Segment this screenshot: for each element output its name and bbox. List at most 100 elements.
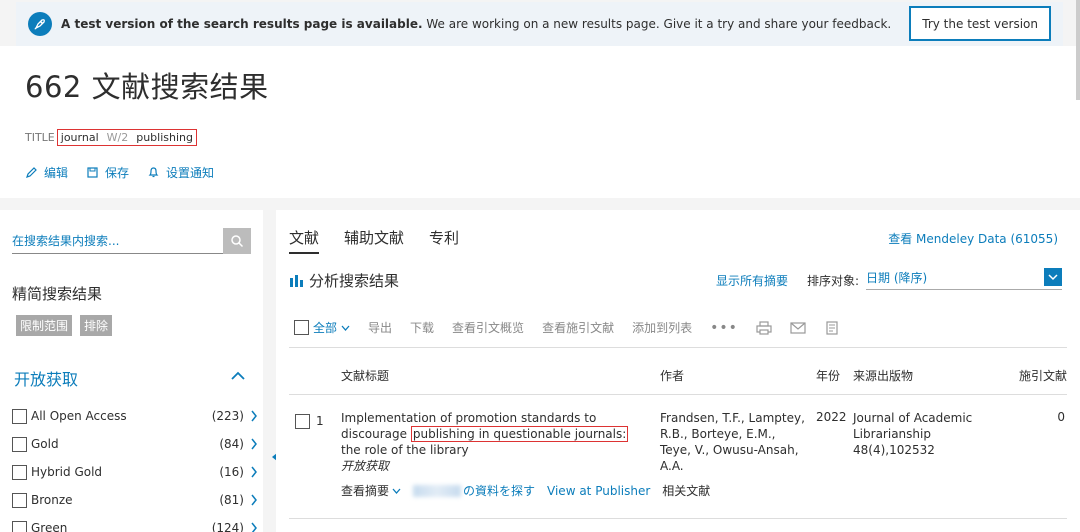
results-table-header: 文献标题 作者 年份 来源出版物 施引文献 (289, 365, 1067, 385)
sort-value: 日期 (降序) (866, 270, 928, 285)
related-documents-link[interactable]: 相关文献 (662, 482, 710, 499)
chevron-right-icon[interactable] (250, 410, 258, 422)
analyze-results-button[interactable]: 分析搜索结果 (289, 270, 399, 291)
filter-gold[interactable]: Gold (84) (12, 430, 258, 458)
redacted-library-name (413, 484, 462, 497)
sort-label: 排序对象: (807, 274, 860, 288)
tab-secondary-documents[interactable]: 辅助文献 (344, 227, 404, 254)
query-field-prefix: TITLE (25, 131, 55, 144)
checkbox[interactable] (12, 436, 27, 452)
chevron-right-icon[interactable] (250, 466, 258, 478)
more-options-icon[interactable]: ••• (710, 320, 738, 336)
bar-chart-icon (290, 274, 303, 287)
citation-overview-button[interactable]: 查看引文概览 (452, 319, 524, 336)
set-alert-button[interactable]: 设置通知 (147, 164, 214, 181)
open-access-badge: 开放获取 (341, 459, 390, 473)
column-title[interactable]: 文献标题 (341, 367, 389, 384)
query-term: publishing (136, 131, 193, 144)
row-number: 1 (316, 414, 324, 428)
results-main: 文献 辅助文献 专利 查看 Mendeley Data (61055) 分析搜索… (276, 210, 1080, 532)
filter-all-open-access[interactable]: All Open Access (223) (12, 402, 258, 430)
chevron-right-icon[interactable] (250, 494, 258, 506)
filter-count: (223) (211, 409, 244, 423)
query-term: journal (60, 131, 99, 144)
header-divider (289, 394, 1067, 395)
exclude-button[interactable]: 排除 (80, 315, 113, 336)
export-button[interactable]: 导出 (368, 319, 392, 336)
add-to-list-button[interactable]: 添加到列表 (632, 319, 692, 336)
checkbox[interactable] (12, 464, 27, 480)
filter-count: (124) (211, 521, 244, 532)
select-all-checkbox[interactable] (294, 320, 309, 335)
sort-select[interactable]: 日期 (降序) (866, 265, 1062, 290)
query-highlight-box: journal W/2 publishing (56, 129, 197, 146)
page-title: 662 文献搜索结果 (25, 70, 269, 104)
filter-hybrid-gold[interactable]: Hybrid Gold (16) (12, 458, 258, 486)
filter-label: Gold (31, 437, 59, 451)
search-within-results: 在搜索结果内搜索... (12, 228, 251, 254)
filter-count: (81) (219, 493, 244, 507)
filter-count: (16) (219, 465, 244, 479)
bibliography-icon[interactable] (824, 320, 840, 335)
pencil-icon (26, 167, 37, 178)
mendeley-data-link[interactable]: 查看 Mendeley Data (61055) (888, 230, 1058, 247)
chevron-right-icon[interactable] (250, 522, 258, 532)
print-icon[interactable] (756, 320, 772, 335)
save-search-button[interactable]: 保存 (86, 164, 129, 181)
open-access-heading[interactable]: 开放获取 (14, 366, 78, 390)
row-actions: 查看摘要 の資料を探す View at Publisher 相关文献 (341, 482, 710, 499)
document-source[interactable]: Journal of Academic Librarianship 48(4),… (853, 410, 973, 458)
refine-sidebar: 在搜索结果内搜索... 精简搜索结果 限制范围 排除 开放获取 All Open… (0, 210, 263, 532)
download-button[interactable]: 下载 (410, 319, 434, 336)
page-scrollbar[interactable] (1076, 0, 1080, 100)
filter-bronze[interactable]: Bronze (81) (12, 486, 258, 514)
email-icon[interactable] (790, 321, 806, 335)
column-cited[interactable]: 施引文献 (1019, 367, 1067, 384)
bell-icon (148, 167, 159, 178)
document-authors[interactable]: Frandsen, T.F., Lamptey, R.B., Borteye, … (660, 410, 805, 474)
filter-green[interactable]: Green (124) (12, 514, 258, 532)
try-test-version-button[interactable]: Try the test version (909, 6, 1051, 41)
view-at-publisher-link[interactable]: View at Publisher (547, 484, 650, 498)
checkbox[interactable] (12, 492, 27, 508)
search-within-input[interactable]: 在搜索结果内搜索... (12, 228, 223, 254)
chevron-down-icon[interactable] (1044, 268, 1062, 286)
search-icon (231, 235, 244, 248)
cited-by-button[interactable]: 查看施引文献 (542, 319, 614, 336)
filter-label: Hybrid Gold (31, 465, 103, 479)
chevron-down-icon (392, 488, 401, 494)
tab-documents[interactable]: 文献 (289, 227, 320, 254)
column-year[interactable]: 年份 (816, 367, 840, 384)
search-actions: 编辑 保存 设置通知 (25, 164, 214, 181)
edit-search-button[interactable]: 编辑 (25, 164, 68, 181)
document-cited-count[interactable]: 0 (1057, 410, 1065, 424)
tab-patents[interactable]: 专利 (429, 227, 459, 254)
filter-count: (84) (219, 437, 244, 451)
chevron-right-icon[interactable] (250, 438, 258, 450)
refine-buttons: 限制范围 排除 (16, 315, 113, 336)
checkbox[interactable] (12, 520, 27, 532)
filter-label: Green (31, 521, 68, 532)
column-authors[interactable]: 作者 (660, 367, 684, 384)
results-toolbar: 全部 导出 下载 查看引文概览 查看施引文献 添加到列表 ••• (289, 308, 1067, 348)
save-icon (87, 167, 98, 178)
document-year: 2022 (816, 410, 847, 424)
select-all-dropdown[interactable]: 全部 (294, 319, 350, 336)
view-abstract-button[interactable]: 查看摘要 (341, 482, 401, 499)
find-at-library-link[interactable]: の資料を探す (413, 482, 535, 499)
row-checkbox[interactable] (295, 414, 310, 429)
row-divider (289, 518, 1067, 519)
query-operator: W/2 (106, 131, 129, 144)
checkbox[interactable] (12, 408, 27, 424)
chevron-up-icon[interactable] (230, 369, 246, 381)
search-query: TITLE journal W/2 publishing (25, 129, 197, 146)
limit-to-button[interactable]: 限制范围 (16, 315, 73, 336)
banner-message: A test version of the search results pag… (61, 17, 892, 31)
results-header: 662 文献搜索结果 TITLE journal W/2 publishing … (0, 46, 1080, 198)
table-row: 1 Implementation of promotion standards … (289, 408, 1067, 508)
show-all-abstracts-link[interactable]: 显示所有摘要 (716, 272, 788, 289)
search-within-button[interactable] (223, 228, 251, 254)
column-source[interactable]: 来源出版物 (853, 367, 913, 384)
document-title-link[interactable]: Implementation of promotion standards to… (341, 410, 641, 474)
filter-label: All Open Access (31, 409, 127, 423)
